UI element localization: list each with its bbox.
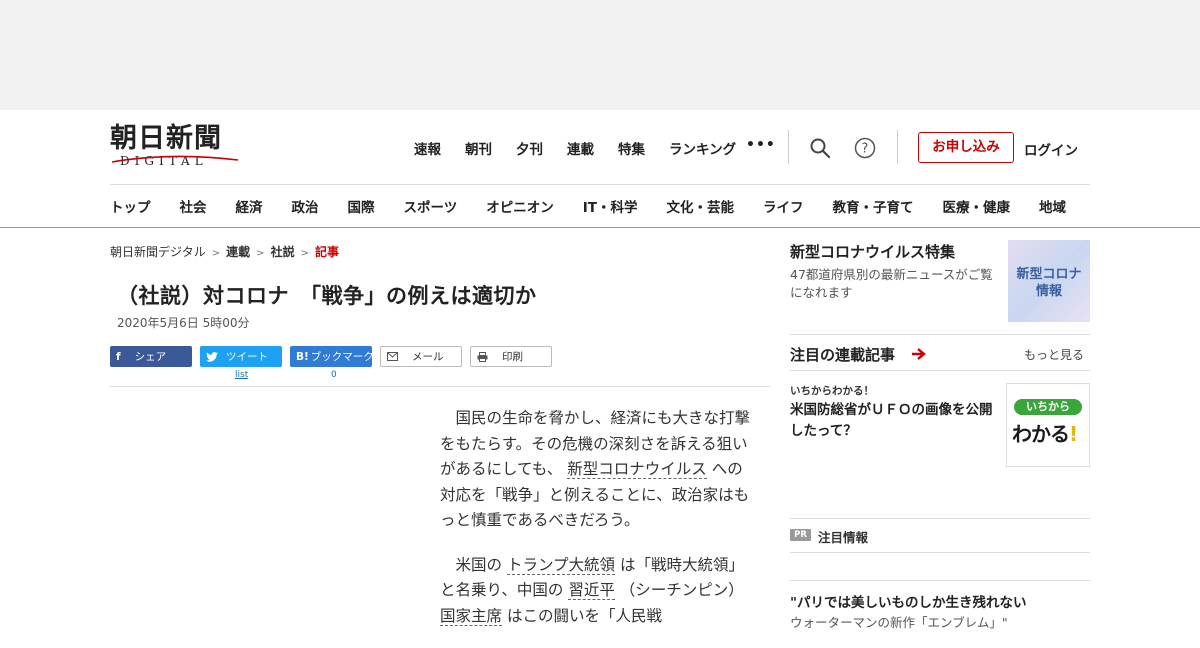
- sidebar-divider: [790, 334, 1090, 335]
- article-date: 2020年5月6日 5時00分: [117, 316, 250, 330]
- corona-image-line-2: 情報: [1035, 284, 1062, 299]
- twitter-share-button[interactable]: ツイート: [200, 346, 282, 367]
- topnav-item-tokushu[interactable]: 特集: [618, 138, 645, 158]
- logo-main-text: 朝日新聞: [110, 123, 222, 154]
- ichikara-wakaru-thumbnail[interactable]: いちから わかる!: [1006, 383, 1090, 467]
- facebook-share-button[interactable]: f シェア: [110, 346, 192, 367]
- mail-icon: [387, 352, 398, 361]
- sidebar-divider: [790, 580, 1090, 581]
- pr-article-title[interactable]: "パリでは美しいものしか生き残れない: [790, 591, 1027, 611]
- sidebar-divider: [790, 370, 1090, 371]
- wakaru-exclamation: !: [1069, 422, 1078, 446]
- category-navigation: トップ 社会 経済 政治 国際 スポーツ オピニオン IT・科学 文化・芸能 ラ…: [110, 196, 1095, 216]
- paragraph-text: はこの闘いを「人民戦: [506, 606, 662, 625]
- twitter-count[interactable]: list: [235, 370, 248, 380]
- wakaru-logo-text: わかる!: [1012, 418, 1078, 447]
- catnav-item-society[interactable]: 社会: [180, 196, 207, 216]
- asahi-digital-logo[interactable]: 朝日新聞 DIGITAL: [110, 124, 250, 172]
- catnav-item-region[interactable]: 地域: [1039, 196, 1066, 216]
- breadcrumb-current: 記事: [314, 245, 339, 259]
- print-icon: [477, 351, 488, 362]
- article-paragraph: 国民の生命を脅かし、経済にも大きな打撃をもたらす。その危機の深刻さを訴える狙いが…: [440, 406, 752, 534]
- corona-feature-image[interactable]: 新型コロナ 情報: [1008, 240, 1090, 322]
- catnav-item-sports[interactable]: スポーツ: [404, 196, 458, 216]
- catnav-item-politics[interactable]: 政治: [292, 196, 319, 216]
- paragraph-text: 米国の: [455, 555, 503, 574]
- topnav-item-ranking[interactable]: ランキング: [669, 138, 736, 158]
- more-menu-icon[interactable]: •••: [746, 137, 776, 153]
- article-paragraph: 米国の トランプ大統領 は「戦時大統領」と名乗り、中国の 習近平 （シーチンピン…: [440, 553, 752, 630]
- catnav-item-opinion[interactable]: オピニオン: [486, 196, 554, 216]
- series-kicker: いちからわかる！: [790, 385, 874, 397]
- catnav-item-culture[interactable]: 文化・芸能: [666, 196, 734, 216]
- mail-share-label: メール: [412, 351, 444, 363]
- login-link[interactable]: ログイン: [1024, 139, 1078, 159]
- wakaru-main: わかる: [1012, 422, 1070, 446]
- pr-article-subtitle[interactable]: ウォーターマンの新作「エンブレム」": [790, 612, 1008, 631]
- breadcrumb-separator-icon: >: [211, 248, 221, 259]
- hatena-bookmark-button[interactable]: B! ブックマーク: [290, 346, 374, 367]
- facebook-icon: f: [116, 350, 121, 363]
- catnav-item-education[interactable]: 教育・子育て: [832, 196, 913, 216]
- breadcrumb-separator-icon: >: [300, 248, 309, 259]
- site-header: 朝日新聞 DIGITAL 速報 朝刊 夕刊 連載 特集 ランキング ••• ? …: [0, 110, 1200, 228]
- wakaru-pill: いちから: [1014, 399, 1082, 415]
- featured-series-heading: 注目の連載記事: [790, 346, 896, 364]
- topnav-item-choukan[interactable]: 朝刊: [465, 138, 492, 158]
- hatena-bookmark-label: ブックマーク: [310, 351, 374, 363]
- corona-feature-description[interactable]: 47都道府県別の最新ニュースがご覧になれます: [790, 266, 1002, 302]
- advertisement-banner-area: [0, 0, 1200, 110]
- hatena-bookmark-icon: B!: [296, 350, 309, 363]
- keyword-link[interactable]: 習近平: [568, 581, 615, 600]
- nav-divider: [110, 184, 1090, 185]
- corona-image-line-1: 新型コロナ: [1016, 267, 1082, 282]
- catnav-item-life[interactable]: ライフ: [763, 196, 804, 216]
- article-body: 国民の生命を脅かし、経済にも大きな打撃をもたらす。その危機の深刻さを訴える狙いが…: [440, 406, 752, 648]
- more-link[interactable]: もっと見る: [1024, 346, 1084, 363]
- sidebar-divider: [790, 552, 1090, 553]
- breadcrumb-separator-icon: >: [256, 248, 265, 259]
- logo-swoosh-icon: [111, 155, 239, 163]
- breadcrumb-shasetsu[interactable]: 社説: [271, 245, 295, 259]
- apply-button[interactable]: お申し込み: [918, 132, 1014, 163]
- paragraph-text: （シーチンピン）: [619, 581, 744, 599]
- hatena-count[interactable]: 0: [331, 370, 337, 380]
- keyword-link[interactable]: 国家主席: [440, 606, 503, 626]
- topnav-item-rensai[interactable]: 連載: [567, 138, 594, 158]
- pr-badge: PR: [790, 529, 811, 541]
- catnav-item-health[interactable]: 医療・健康: [942, 196, 1010, 216]
- breadcrumb: 朝日新聞デジタル > 連載 > 社説 > 記事: [110, 243, 339, 260]
- sidebar-divider: [790, 518, 1090, 519]
- breadcrumb-rensai[interactable]: 連載: [226, 245, 250, 259]
- catnav-item-top[interactable]: トップ: [110, 196, 151, 216]
- top-navigation: 速報 朝刊 夕刊 連載 特集 ランキング: [414, 138, 760, 158]
- catnav-item-international[interactable]: 国際: [348, 196, 375, 216]
- keyword-link[interactable]: トランプ大統領: [506, 555, 615, 575]
- twitter-share-label: ツイート: [226, 351, 268, 363]
- facebook-share-label: シェア: [134, 351, 167, 363]
- corona-feature-heading[interactable]: 新型コロナウイルス特集: [790, 241, 955, 262]
- mail-share-button[interactable]: メール: [380, 346, 462, 367]
- catnav-item-economy[interactable]: 経済: [236, 196, 263, 216]
- topnav-item-sokuho[interactable]: 速報: [414, 138, 441, 158]
- article-title: （社説）対コロナ 「戦争」の例えは適切か: [117, 284, 537, 308]
- twitter-bird-icon: [206, 351, 218, 362]
- keyword-link[interactable]: 新型コロナウイルス: [567, 460, 707, 479]
- help-icon[interactable]: ?: [854, 137, 876, 159]
- catnav-item-it-science[interactable]: IT・科学: [583, 196, 638, 216]
- series-article-title[interactable]: 米国防総省がＵＦＯの画像を公開したって？: [790, 400, 1002, 442]
- header-divider: [897, 130, 898, 164]
- article-divider: [110, 386, 770, 387]
- print-label: 印刷: [502, 351, 523, 363]
- corona-image-caption: 新型コロナ 情報: [1008, 266, 1090, 300]
- search-icon[interactable]: [809, 137, 831, 159]
- svg-text:?: ?: [862, 142, 869, 157]
- topnav-item-yukan[interactable]: 夕刊: [516, 138, 543, 158]
- print-button[interactable]: 印刷: [470, 346, 552, 367]
- arrow-right-icon: [912, 348, 926, 360]
- breadcrumb-home[interactable]: 朝日新聞デジタル: [110, 245, 206, 259]
- header-divider: [788, 130, 789, 164]
- pr-heading: 注目情報: [818, 530, 869, 545]
